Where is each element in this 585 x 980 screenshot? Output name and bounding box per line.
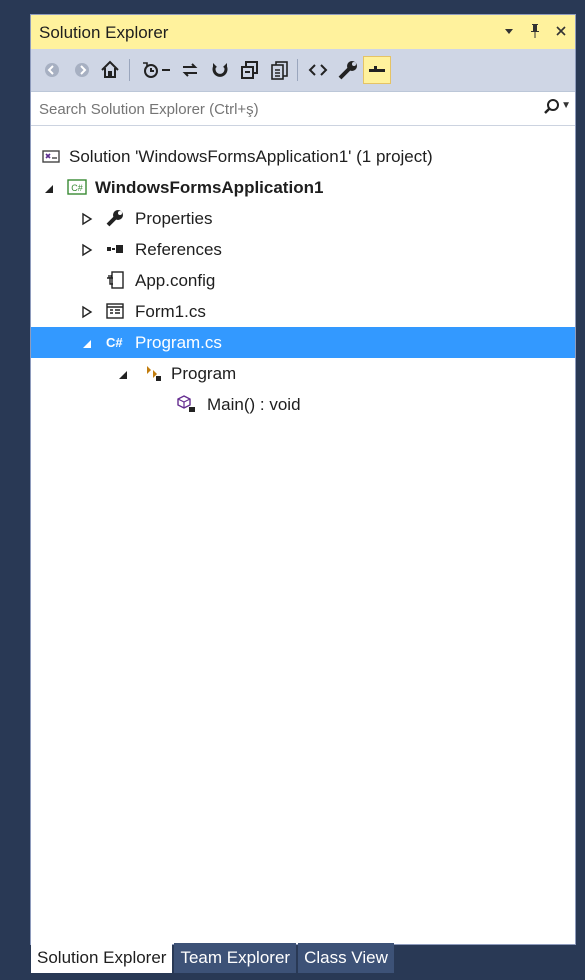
tree-item-main-method[interactable]: Main() : void — [31, 389, 575, 420]
references-icon — [105, 239, 125, 259]
tab-class-view[interactable]: Class View — [298, 943, 394, 973]
class-icon — [143, 363, 163, 383]
wrench-icon — [105, 208, 125, 228]
home-icon[interactable] — [97, 57, 123, 83]
form-icon — [105, 301, 125, 321]
search-input[interactable] — [37, 98, 521, 120]
tree-item-references[interactable]: References — [31, 234, 575, 265]
expanded-arrow-icon[interactable] — [117, 366, 129, 380]
search-icon[interactable] — [543, 98, 561, 121]
tab-team-explorer[interactable]: Team Explorer — [174, 943, 297, 973]
tree-item-project[interactable]: C# WindowsFormsApplication1 — [31, 172, 575, 203]
toolbar-separator — [297, 59, 298, 81]
svg-text:C#: C# — [71, 183, 83, 193]
history-dropdown-icon[interactable] — [159, 57, 173, 83]
collapse-all-icon[interactable] — [237, 57, 263, 83]
collapsed-arrow-icon[interactable] — [81, 304, 93, 319]
panel-tabs: Solution Explorer Team Explorer Class Vi… — [31, 943, 396, 973]
collapsed-arrow-icon[interactable] — [81, 242, 93, 257]
forward-icon[interactable] — [69, 57, 95, 83]
toolbar-separator — [129, 59, 130, 81]
tree-item-label: Program.cs — [135, 333, 222, 352]
csharp-file-icon: C# — [105, 332, 125, 352]
pin-icon[interactable] — [527, 21, 543, 41]
tree-item-properties[interactable]: Properties — [31, 203, 575, 234]
tree-item-label: WindowsFormsApplication1 — [95, 178, 324, 197]
tree-item-label: Main() : void — [207, 395, 301, 414]
tree-item-label: Program — [171, 364, 237, 383]
tree-item-label: Form1.cs — [135, 302, 206, 321]
collapsed-arrow-icon[interactable] — [81, 211, 93, 226]
tree-item-form1[interactable]: Form1.cs — [31, 296, 575, 327]
back-icon[interactable] — [39, 57, 65, 83]
tree-item-solution[interactable]: Solution 'WindowsFormsApplication1' (1 p… — [31, 141, 575, 172]
panel-title: Solution Explorer — [39, 23, 169, 42]
method-icon — [177, 394, 197, 414]
expanded-arrow-icon[interactable] — [81, 335, 93, 349]
show-all-files-icon[interactable] — [267, 57, 293, 83]
panel-title-bar: Solution Explorer — [31, 15, 575, 49]
tree-item-label: App.config — [135, 271, 216, 290]
tree-item-program-cs[interactable]: C# Program.cs — [31, 327, 575, 358]
tree-item-label: Properties — [135, 209, 213, 228]
svg-text:C#: C# — [106, 335, 123, 350]
solution-icon — [41, 146, 61, 166]
csharp-project-icon: C# — [67, 177, 87, 197]
config-file-icon — [105, 270, 125, 290]
solution-toolbar — [31, 49, 575, 92]
refresh-icon[interactable] — [207, 57, 233, 83]
view-code-icon[interactable] — [305, 57, 331, 83]
tree-item-label: Solution 'WindowsFormsApplication1' (1 p… — [69, 147, 433, 166]
tree-item-label: References — [135, 240, 222, 259]
preview-icon[interactable] — [363, 56, 391, 84]
tree-item-appconfig[interactable]: App.config — [31, 265, 575, 296]
properties-icon[interactable] — [335, 57, 361, 83]
sync-icon[interactable] — [177, 57, 203, 83]
search-options-icon[interactable]: ▼ — [561, 100, 571, 111]
search-bar: ▼ — [31, 92, 575, 126]
tree-item-program-class[interactable]: Program — [31, 358, 575, 389]
expanded-arrow-icon[interactable] — [43, 180, 55, 194]
solution-explorer-panel: Solution Explorer Search Solution Explor… — [30, 14, 576, 945]
close-icon[interactable] — [553, 21, 569, 41]
dropdown-icon[interactable] — [501, 21, 517, 41]
tab-solution-explorer[interactable]: Solution Explorer — [31, 943, 173, 973]
